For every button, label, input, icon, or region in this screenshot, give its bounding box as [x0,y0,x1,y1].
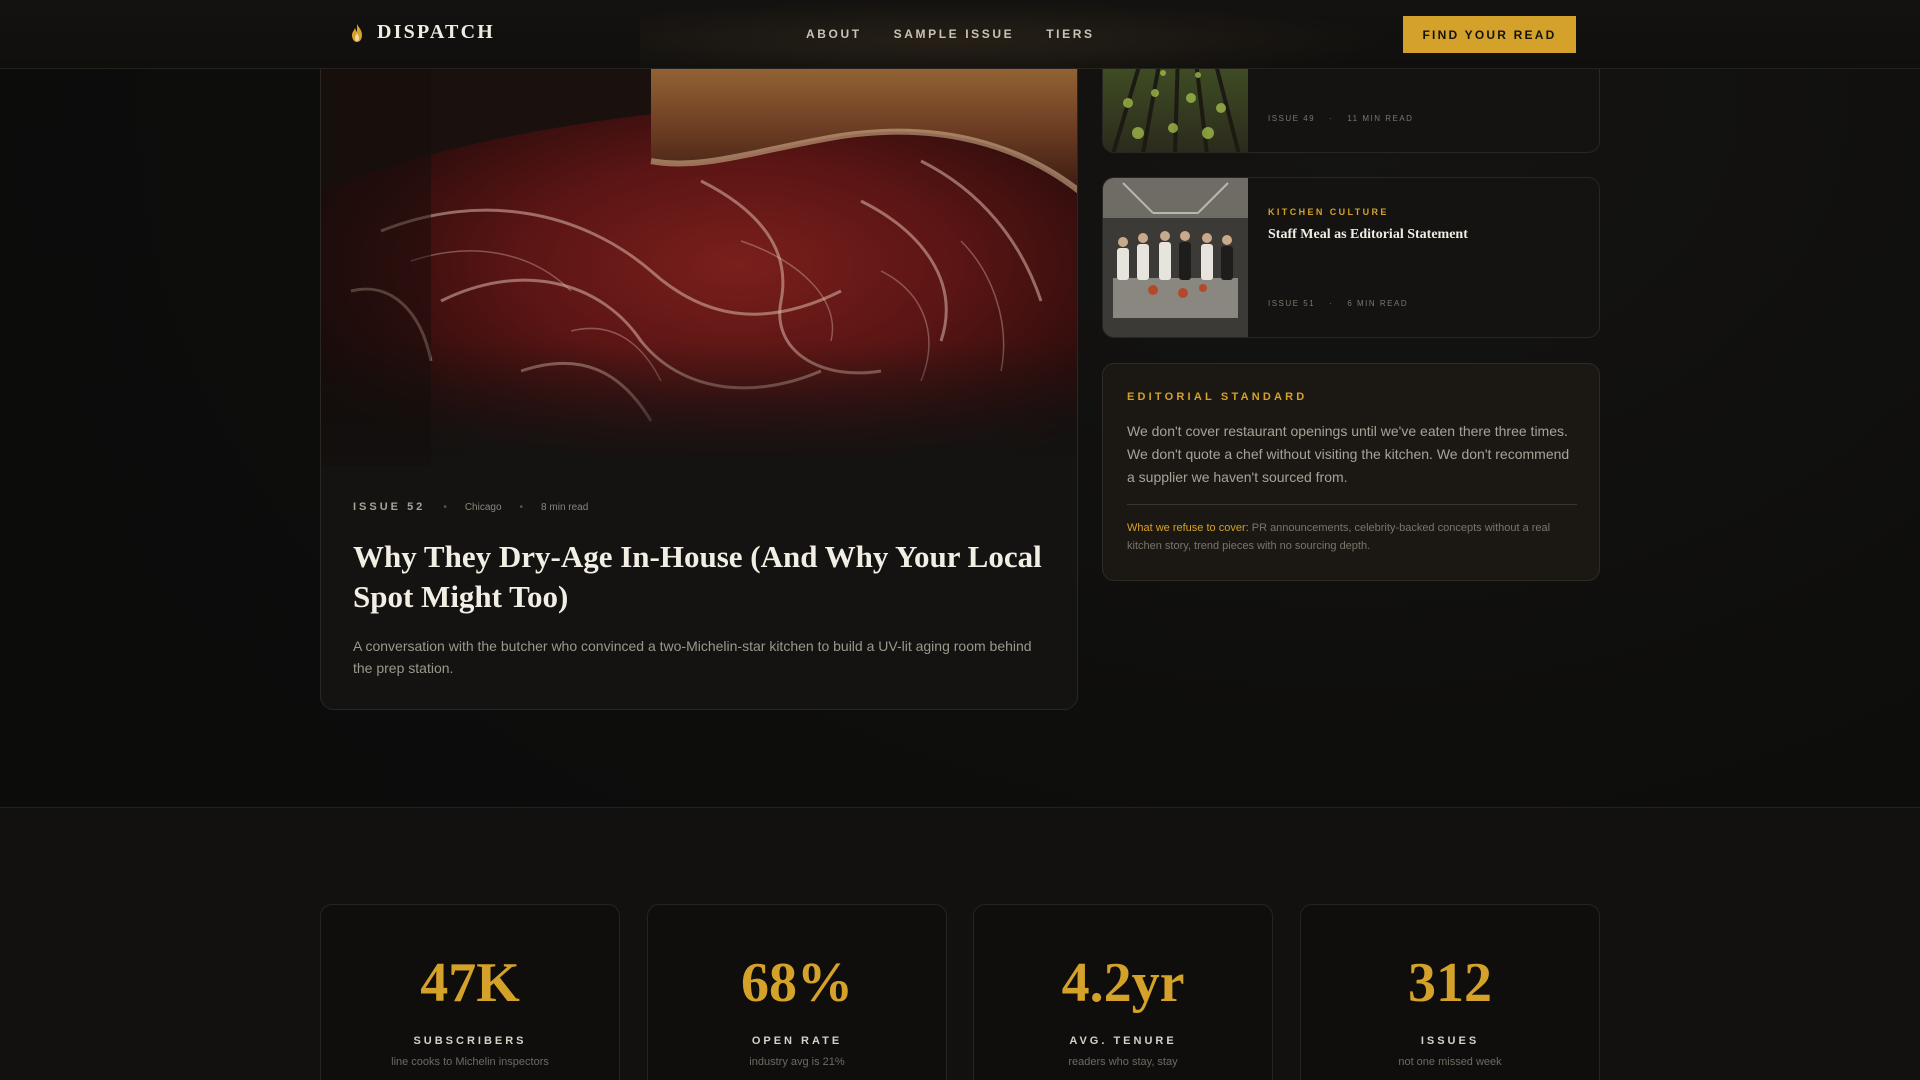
editorial-heading: EDITORIAL STANDARD [1127,391,1308,403]
feature-issue: ISSUE 52 [353,501,426,513]
feature-image-dry-aged-beef [321,41,1077,466]
feature-body: ISSUE 52 • Chicago • 8 min read Why They… [353,501,1053,679]
meta-separator-dot: • [443,501,447,513]
stat-card-subscribers: 47K SUBSCRIBERS line cooks to Michelin i… [320,904,620,1080]
feature-description: A conversation with the butcher who conv… [353,638,1032,676]
side-article-title[interactable]: Staff Meal as Editorial Statement [1268,227,1468,243]
meta-separator-dot: · [1329,114,1334,123]
nav-link-tiers[interactable]: TIERS [1046,27,1094,41]
stat-subtext: line cooks to Michelin inspectors [391,1056,549,1068]
nav-links: ABOUT SAMPLE ISSUE TIERS [806,27,1095,41]
page: ISSUE 52 • Chicago • 8 min read Why They… [0,0,1920,1080]
side-article-thumbnail-kitchen [1103,178,1248,337]
nav-link-sample-issue[interactable]: SAMPLE ISSUE [894,27,1015,41]
side-article-issue: ISSUE 49 [1268,114,1316,123]
editorial-standard-card: EDITORIAL STANDARD We don't cover restau… [1102,363,1600,581]
side-article-meta: ISSUE 49 · 11 MIN READ [1268,114,1413,123]
stat-value: 47K [420,952,520,1014]
stat-subtext: not one missed week [1398,1056,1502,1068]
side-article-card[interactable]: KITCHEN CULTURE Staff Meal as Editorial … [1102,177,1600,338]
feature-meta: ISSUE 52 • Chicago • 8 min read [353,501,1053,513]
stat-card-avg-tenure: 4.2yr AVG. TENURE readers who stay, stay [973,904,1273,1080]
find-your-read-button[interactable]: FIND YOUR READ [1403,16,1576,53]
brand-logo[interactable]: DISPATCH [351,21,495,44]
nav-link-about[interactable]: ABOUT [806,27,862,41]
meta-separator-dot: · [1329,299,1334,308]
stat-card-issues: 312 ISSUES not one missed week [1300,904,1600,1080]
stat-label: SUBSCRIBERS [413,1035,527,1047]
brand-name: DISPATCH [377,21,495,43]
refuse-label: What we refuse to cover: [1127,522,1249,534]
stat-label: AVG. TENURE [1069,1035,1177,1047]
stat-subtext: industry avg is 21% [749,1056,845,1068]
top-nav: DISPATCH ABOUT SAMPLE ISSUE TIERS FIND Y… [0,0,1920,69]
stat-label: ISSUES [1420,1035,1480,1047]
feature-city: Chicago [464,501,502,513]
stat-value: 68% [741,952,853,1014]
stat-subtext: readers who stay, stay [1068,1056,1178,1068]
stat-label: OPEN RATE [751,1035,843,1047]
feature-read-time: 8 min read [541,501,589,513]
side-article-category: KITCHEN CULTURE [1268,207,1389,217]
editorial-refuse-note: What we refuse to cover: PR announcement… [1127,519,1577,555]
flame-icon [351,23,363,43]
side-article-read-time: 6 MIN READ [1347,299,1409,308]
side-article-issue: ISSUE 51 [1268,299,1316,308]
feature-title[interactable]: Why They Dry-Age In-House (And Why Your … [353,537,1053,617]
stats-section [0,807,1920,1080]
meta-separator-dot: • [519,501,524,513]
stat-value: 4.2yr [1061,952,1185,1014]
editorial-divider [1127,504,1577,505]
side-article-text: KITCHEN CULTURE Staff Meal as Editorial … [1268,178,1583,337]
editorial-body: We don't cover restaurant openings until… [1127,423,1570,485]
stat-card-open-rate: 68% OPEN RATE industry avg is 21% [647,904,947,1080]
stat-value: 312 [1408,952,1492,1014]
feature-article-card[interactable]: ISSUE 52 • Chicago • 8 min read Why They… [320,40,1078,710]
side-article-read-time: 11 MIN READ [1347,114,1414,123]
side-article-meta: ISSUE 51 · 6 MIN READ [1268,299,1408,308]
